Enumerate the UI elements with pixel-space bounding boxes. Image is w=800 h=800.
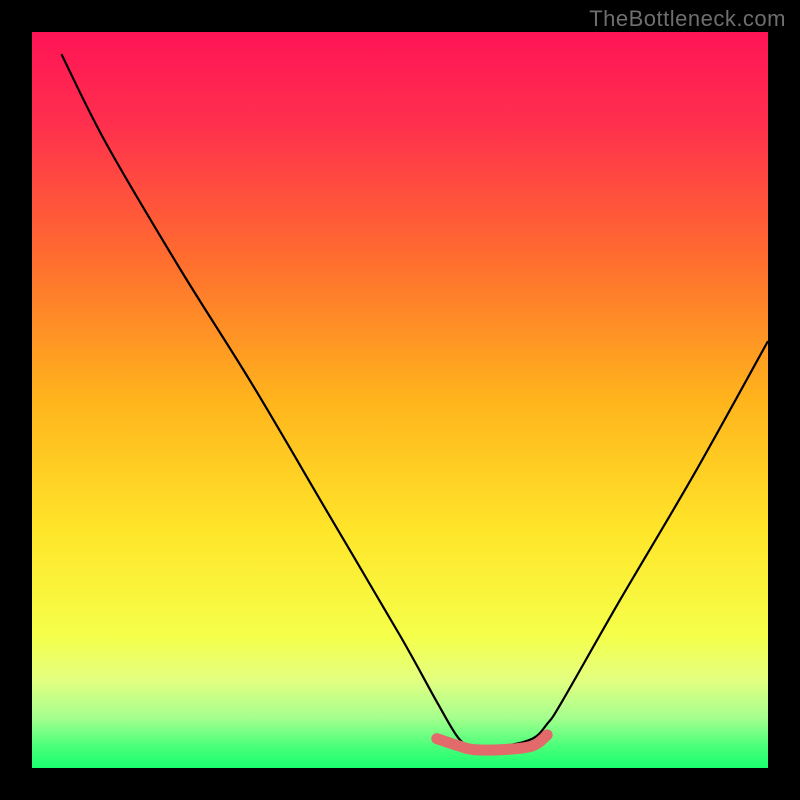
- plot-background: [32, 32, 768, 768]
- watermark-label: TheBottleneck.com: [589, 6, 786, 32]
- chart-frame: TheBottleneck.com: [0, 0, 800, 800]
- bottleneck-chart: [0, 0, 800, 800]
